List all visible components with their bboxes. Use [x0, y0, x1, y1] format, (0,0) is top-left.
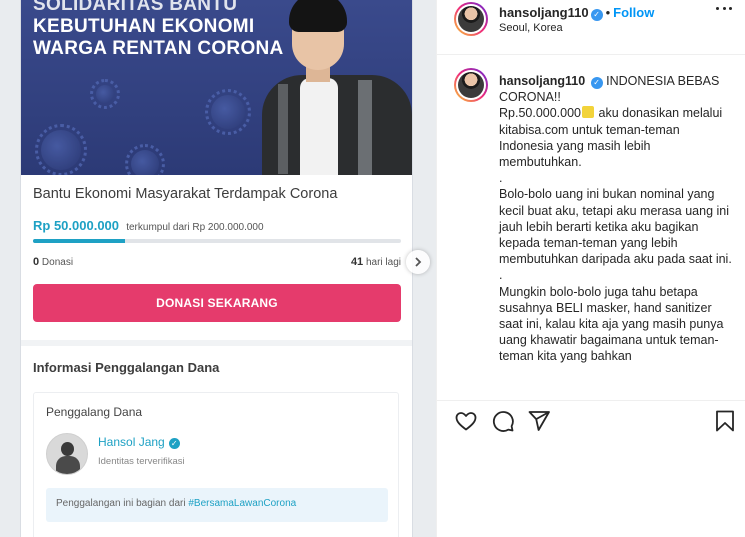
- share-icon: [528, 411, 550, 431]
- section-divider: [21, 340, 412, 346]
- like-button[interactable]: [454, 409, 478, 433]
- caption-dot-1: .: [499, 171, 503, 186]
- carousel-next-button[interactable]: [406, 250, 430, 274]
- campaign-screenshot: SOLIDARITAS BANTU KEBUTUHAN EKONOMI WARG…: [20, 0, 413, 537]
- comment-button[interactable]: [491, 409, 515, 433]
- caption-username[interactable]: hansoljang110: [499, 74, 585, 88]
- post-side-panel: hansoljang110 ✓ • Follow Seoul, Korea hanso…: [436, 0, 745, 537]
- banner-line-3: WARGA RENTAN CORONA: [33, 38, 284, 59]
- campaign-title: Bantu Ekonomi Masyarakat Terdampak Coron…: [33, 186, 338, 202]
- collected-amount: Rp 50.000.000: [33, 218, 120, 233]
- dot-separator: •: [605, 5, 611, 20]
- virus-illustration: [35, 124, 87, 175]
- post-actions-bar: [437, 400, 745, 440]
- campaign-banner: SOLIDARITAS BANTU KEBUTUHAN EKONOMI WARG…: [21, 0, 412, 175]
- campaign-note: Penggalangan ini bagian dari #BersamaLaw…: [46, 488, 388, 522]
- fundraising-info-heading: Informasi Penggalangan Dana: [33, 360, 220, 375]
- author-avatar[interactable]: [454, 2, 488, 36]
- verified-badge-icon: ✓: [590, 77, 603, 89]
- banner-headline: SOLIDARITAS BANTU KEBUTUHAN EKONOMI WARG…: [33, 0, 284, 60]
- caption-paragraph-1: hansoljang110 ✓ INDONESIA BEBAS CORONA!!: [499, 73, 735, 105]
- donations-stat: 0 Donasi: [33, 256, 73, 268]
- banner-line-2: KEBUTUHAN EKONOMI: [33, 16, 284, 38]
- header-user-row: hansoljang110 ✓ • Follow: [499, 5, 654, 21]
- banner-line-2-prefix: KEBUTUHAN: [33, 16, 162, 37]
- virus-illustration: [205, 89, 251, 135]
- target-amount-text: terkumpul dari Rp 200.000.000: [126, 222, 264, 233]
- more-icon[interactable]: [716, 7, 732, 13]
- caption-author-avatar[interactable]: [454, 68, 488, 102]
- funding-progress-bar: [33, 239, 401, 243]
- caption-dot-2: .: [499, 268, 503, 283]
- save-button[interactable]: [713, 409, 737, 433]
- caption-amount: Rp.50.000.000: [499, 106, 582, 121]
- fundraiser-avatar: [46, 433, 88, 475]
- caption-paragraph-3: Bolo-bolo uang ini bukan nominal yang ke…: [499, 187, 732, 267]
- bookmark-icon: [716, 410, 734, 432]
- funding-progress-fill: [33, 239, 125, 243]
- days-left-stat: 41 hari lagi: [351, 256, 401, 268]
- caption-paragraph-2: Rp.50.000.000 aku donasikan melalui kita…: [499, 105, 735, 170]
- post-image: SOLIDARITAS BANTU KEBUTUHAN EKONOMI WARG…: [0, 0, 436, 537]
- comment-icon: [492, 411, 514, 432]
- donate-now-button: DONASI SEKARANG: [33, 284, 401, 322]
- post-caption: hansoljang110 ✓ INDONESIA BEBAS CORONA!!…: [499, 73, 735, 365]
- heart-icon: [455, 412, 477, 431]
- post-location[interactable]: Seoul, Korea: [499, 22, 563, 34]
- emoji-icon: [582, 106, 595, 119]
- banner-line-2-bold: EKONOMI: [161, 16, 255, 37]
- share-button[interactable]: [527, 409, 551, 433]
- virus-illustration: [125, 144, 165, 175]
- campaign-hashtag: #BersamaLawanCorona: [188, 498, 297, 509]
- fundraiser-card: Penggalang Dana Hansol Jang ✓ Identitas t…: [33, 392, 399, 537]
- donations-count: 0: [33, 256, 40, 268]
- fundraiser-heading: Penggalang Dana: [46, 405, 143, 419]
- amount-row: Rp 50.000.000 terkumpul dari Rp 200.000.…: [33, 218, 264, 233]
- chevron-right-icon: [415, 257, 422, 267]
- verified-badge-icon: ✓: [590, 9, 603, 21]
- donations-label: Donasi: [41, 257, 74, 268]
- campaign-note-prefix: Penggalangan ini bagian dari: [56, 498, 189, 509]
- post-header: hansoljang110 ✓ • Follow Seoul, Korea: [437, 0, 745, 55]
- fundraiser-verified-text: Identitas terverifikasi: [98, 456, 185, 467]
- banner-line-1: SOLIDARITAS BANTU: [33, 0, 238, 15]
- person-photo: [262, 0, 412, 175]
- days-label: hari lagi: [365, 257, 401, 268]
- fundraiser-name-row: Hansol Jang ✓: [98, 435, 180, 449]
- fundraiser-name: Hansol Jang: [98, 435, 165, 449]
- follow-button[interactable]: Follow: [613, 5, 654, 20]
- author-username[interactable]: hansoljang110: [499, 5, 589, 20]
- caption-paragraph-4: Mungkin bolo-bolo juga tahu betapa susah…: [499, 284, 724, 364]
- virus-illustration: [90, 79, 120, 109]
- verified-check-icon: ✓: [168, 438, 180, 449]
- days-count: 41: [350, 256, 364, 268]
